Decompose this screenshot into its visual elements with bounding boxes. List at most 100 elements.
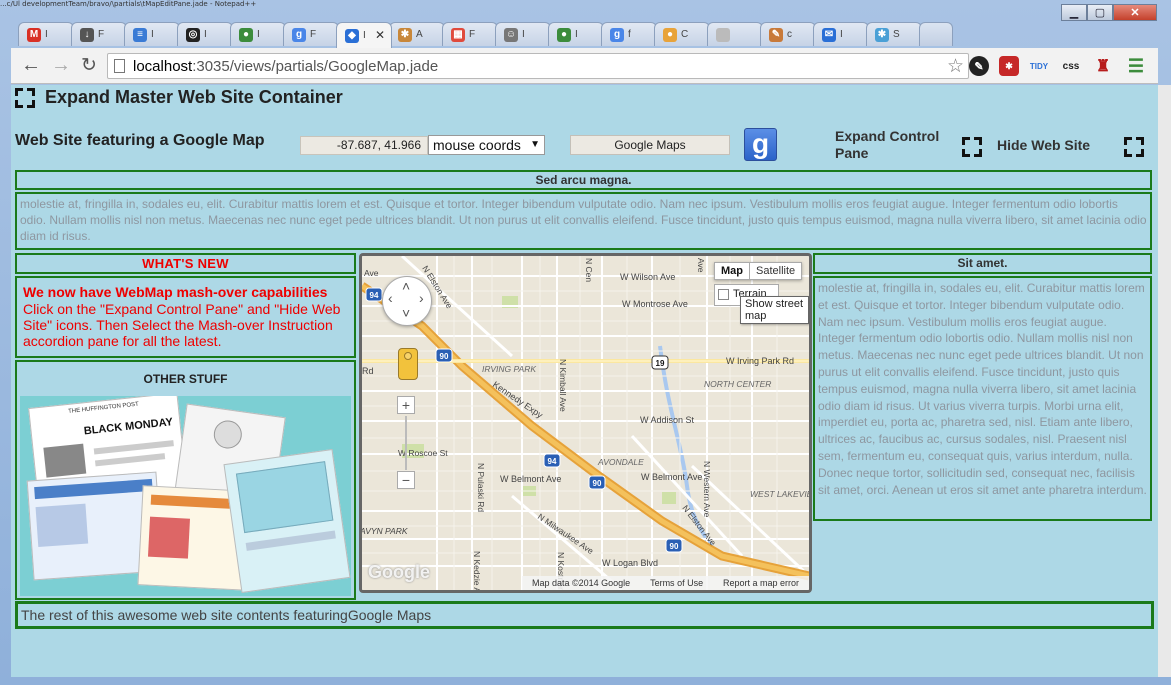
new-tab-button[interactable] xyxy=(919,22,953,46)
zoom-slider-track[interactable] xyxy=(405,416,407,470)
evernote-extension-icon[interactable]: ✎ xyxy=(969,56,989,76)
banner-heading[interactable]: Sed arcu magna. xyxy=(15,170,1152,190)
tab-8[interactable]: ▦ F xyxy=(442,22,498,46)
hide-web-site-link[interactable]: Hide Web Site xyxy=(997,137,1090,153)
browser-toolbar: ← → ↻ localhost:3035/views/partials/Goog… xyxy=(11,48,1158,84)
css-extension-icon[interactable]: css xyxy=(1061,56,1081,76)
scrollbar-edge[interactable] xyxy=(1158,85,1171,677)
tab-5[interactable]: gF xyxy=(283,22,339,46)
tab-15[interactable]: ✉ I xyxy=(813,22,869,46)
expand-master-icon[interactable] xyxy=(15,87,35,108)
pan-down-icon[interactable]: ˅ xyxy=(402,305,410,321)
pan-up-icon[interactable]: ˄ xyxy=(402,278,410,294)
tab-3[interactable]: ◎ I xyxy=(177,22,233,46)
tab-14[interactable]: ✎ c xyxy=(760,22,816,46)
page-viewport: Expand Master Web Site Container Web Sit… xyxy=(11,85,1158,677)
map-label: W Addison St xyxy=(640,415,695,425)
back-arrow-icon[interactable]: ← xyxy=(21,54,41,77)
tab-13[interactable] xyxy=(707,22,763,46)
tab-label: c xyxy=(787,29,792,40)
map-label: W Belmont Ave xyxy=(500,474,561,484)
map-label: N Kedzie Ave xyxy=(472,551,482,590)
coords-mode-select[interactable]: mouse coords ▼ xyxy=(428,135,545,155)
park-area xyxy=(662,492,676,504)
bookmark-star-icon[interactable]: ☆ xyxy=(947,55,964,78)
tab-label: F xyxy=(310,29,317,40)
pan-left-icon[interactable]: ‹ xyxy=(388,290,393,306)
tab-favicon-icon: ↓ xyxy=(80,27,94,42)
reload-icon[interactable]: ↻ xyxy=(81,54,97,77)
sit-amet-heading[interactable]: Sit amet. xyxy=(813,253,1152,274)
tab-1[interactable]: ↓ F xyxy=(71,22,127,46)
tab-strip: M I ↓ F ≡ I ◎ I ● Ig F ◆ I ✕ ✱ A ▦ F ☺ I ● Ig f ● C ✎ c ✉ I ✱ S xyxy=(18,22,953,48)
google-map[interactable]: W Wilson Ave W Montrose Ave W Irving Park … xyxy=(359,253,812,593)
map-label: IRVING PARK xyxy=(482,364,536,374)
svg-text:90: 90 xyxy=(440,352,449,361)
collage-paper-title: THE HUFFINGTON POST xyxy=(67,401,140,415)
tab-16[interactable]: ✱ S xyxy=(866,22,922,46)
whats-new-heading[interactable]: WHAT'S NEW xyxy=(15,253,356,274)
whats-new-panel: We now have WebMap mash-over capabilitie… xyxy=(15,276,356,358)
tab-favicon-icon: ✉ xyxy=(822,27,836,42)
tab-12[interactable]: ● C xyxy=(654,22,710,46)
forward-arrow-icon[interactable]: → xyxy=(51,54,71,77)
tab-0[interactable]: MI xyxy=(18,22,74,46)
map-type-map-button[interactable]: Map xyxy=(714,262,750,280)
expand-control-pane-link[interactable]: Expand Control Pane xyxy=(835,128,945,162)
google-logo-icon[interactable]: g xyxy=(744,128,777,161)
html-tidy-extension-icon[interactable]: TIDY xyxy=(1029,56,1049,76)
zoom-in-button[interactable]: + xyxy=(397,396,415,414)
tab-favicon-icon: ✱ xyxy=(398,27,412,42)
map-type-satellite-button[interactable]: Satellite xyxy=(750,262,803,280)
footer-content: The rest of this awesome web site conten… xyxy=(15,601,1154,629)
tab-label: A xyxy=(416,29,423,40)
app-sheet xyxy=(223,448,351,594)
tab-4[interactable]: ● I xyxy=(230,22,286,46)
tab-9[interactable]: ☺ I xyxy=(495,22,551,46)
tab-favicon-icon: ✱ xyxy=(875,27,889,42)
map-label: AVONDALE xyxy=(597,457,644,467)
collage-headline: BLACK MONDAY xyxy=(83,416,174,438)
close-tab-icon[interactable]: ✕ xyxy=(375,28,385,42)
close-window-button[interactable]: ✕ xyxy=(1113,4,1157,21)
menu-icon[interactable]: ☰ xyxy=(1126,56,1146,76)
address-bar[interactable]: localhost:3035/views/partials/GoogleMap.… xyxy=(107,53,969,79)
coords-mode-value: mouse coords xyxy=(433,137,521,153)
tab-11[interactable]: gf xyxy=(601,22,657,46)
google-maps-button[interactable]: Google Maps xyxy=(570,135,730,155)
map-label: Ave xyxy=(696,258,706,273)
maximize-button[interactable]: ▢ xyxy=(1087,4,1113,21)
other-stuff-heading[interactable]: OTHER STUFF xyxy=(17,372,354,386)
pan-control[interactable]: ˄ ˅ ‹ › xyxy=(382,276,432,326)
map-label: W Wilson Ave xyxy=(620,272,675,282)
highway-shield-icon: 90 xyxy=(665,538,683,553)
tab-7[interactable]: ✱ A xyxy=(389,22,445,46)
hide-web-site-icon[interactable] xyxy=(1124,137,1144,157)
street-view-pegman-icon[interactable] xyxy=(398,348,418,380)
extension-badge-icon[interactable]: ✱ xyxy=(999,56,1019,76)
tab-favicon-icon: ● xyxy=(663,27,677,42)
highway-shield-icon: 94 xyxy=(365,287,383,302)
map-label: W Montrose Ave xyxy=(622,299,688,309)
minimize-button[interactable]: ▁ xyxy=(1061,4,1087,21)
whats-new-headline: We now have WebMap mash-over capabilitie… xyxy=(23,284,328,300)
report-map-error-link[interactable]: Report a map error xyxy=(723,578,799,588)
zoom-out-button[interactable]: − xyxy=(397,471,415,489)
header-title[interactable]: Expand Master Web Site Container xyxy=(45,87,343,108)
chair-extension-icon[interactable]: ♜ xyxy=(1093,56,1113,76)
map-label: N Western Ave xyxy=(702,461,712,518)
expand-control-pane-icon[interactable] xyxy=(962,137,982,157)
svg-text:19: 19 xyxy=(656,359,665,368)
tab-label: I xyxy=(151,29,154,40)
map-label: W Belmont Ave xyxy=(641,472,702,482)
tab-label: I xyxy=(257,29,260,40)
tab-6[interactable]: ◆ I ✕ xyxy=(336,22,392,48)
tab-10[interactable]: ● I xyxy=(548,22,604,46)
terms-of-use-link[interactable]: Terms of Use xyxy=(650,578,703,588)
tab-label: I xyxy=(575,29,578,40)
svg-text:90: 90 xyxy=(593,479,602,488)
tab-2[interactable]: ≡ I xyxy=(124,22,180,46)
pan-right-icon[interactable]: › xyxy=(419,290,424,306)
highway-shield-icon: 90 xyxy=(435,348,453,363)
terrain-checkbox[interactable] xyxy=(718,288,729,300)
